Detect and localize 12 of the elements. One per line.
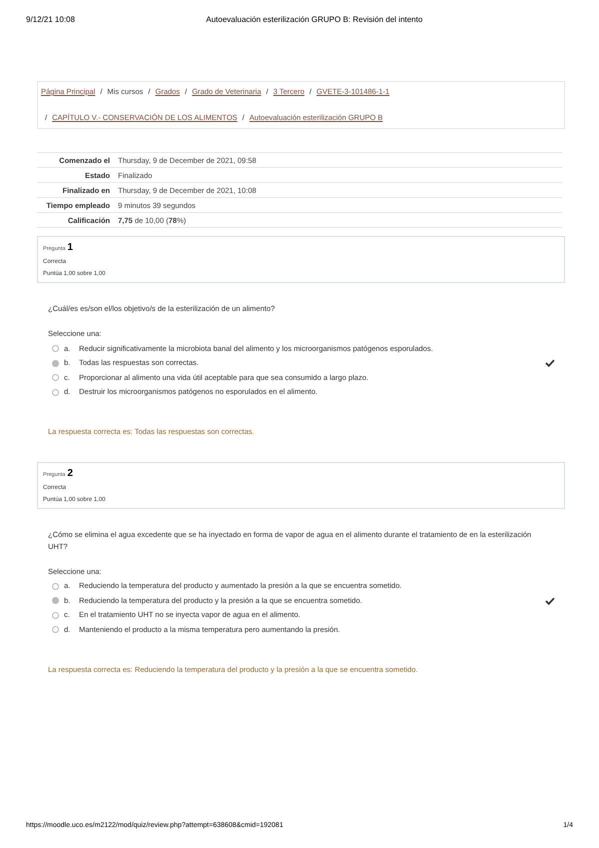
radio-button[interactable]	[52, 388, 59, 396]
question-number: 2	[67, 466, 73, 480]
radio-button[interactable]	[52, 597, 59, 604]
print-date: 9/12/21 10:08	[26, 14, 76, 26]
question-number: 1	[67, 241, 73, 255]
radio-button[interactable]	[52, 582, 59, 590]
radio-button[interactable]	[52, 626, 59, 633]
radio-button[interactable]	[52, 360, 59, 366]
print-title: Autoevaluación esterilización GRUPO B: Revisión del intento	[206, 14, 423, 26]
radio-button[interactable]	[52, 374, 59, 381]
radio-button[interactable]	[52, 612, 59, 618]
radio-button[interactable]	[52, 345, 59, 352]
